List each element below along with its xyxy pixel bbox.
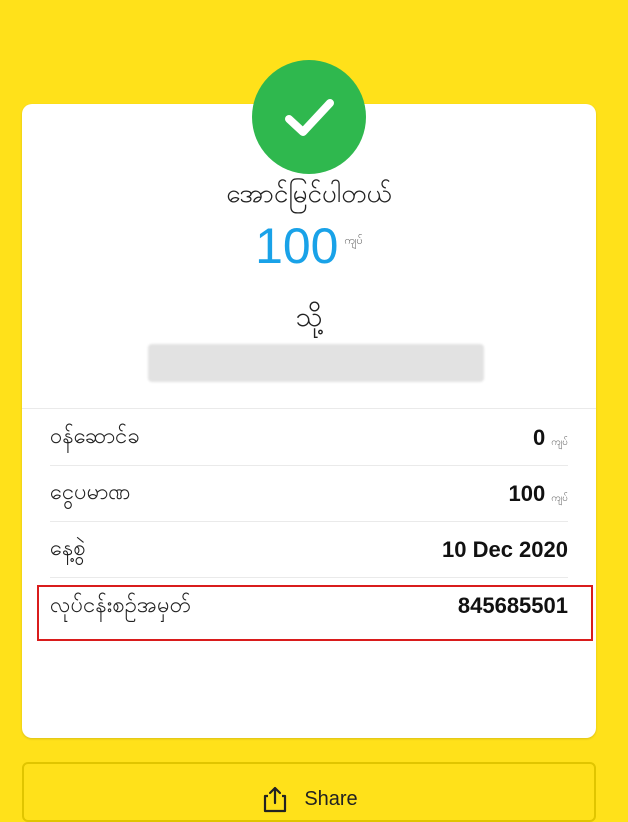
date-value: 10 Dec 2020 <box>442 536 568 562</box>
service-fee-label: ဝန်ဆောင်ခ <box>50 424 140 449</box>
share-icon <box>260 784 290 814</box>
status-title: အောင်မြင်ပါတယ် <box>226 179 392 209</box>
detail-row-service-fee: ဝန်ဆောင်ခ 0 ကျပ် <box>50 410 568 466</box>
amount-detail-unit: ကျပ် <box>551 492 568 504</box>
amount-detail-number: 100 <box>508 480 546 506</box>
amount-unit: ကျပ် <box>344 234 363 247</box>
service-fee-value: 0 ကျပ် <box>533 425 568 451</box>
date-label: နေ့စွဲ <box>50 536 86 561</box>
success-badge <box>252 60 366 174</box>
recipient-label: သို့ <box>295 300 323 333</box>
amount-label: ငွေပမာဏ <box>50 480 131 505</box>
recipient-redacted <box>148 344 484 382</box>
transaction-id-value: 845685501 <box>457 593 568 618</box>
amount-display: 100 ကျပ် <box>22 216 596 276</box>
amount-detail-value: 100 ကျပ် <box>509 481 568 507</box>
receipt-card: အောင်မြင်ပါတယ် 100 ကျပ် သို့ ဝန်ဆောင်ခ 0… <box>22 104 596 738</box>
divider <box>22 408 596 409</box>
detail-row-amount: ငွေပမာဏ 100 ကျပ် <box>50 466 568 522</box>
share-button[interactable]: Share <box>22 762 596 822</box>
checkmark-icon <box>285 99 334 136</box>
service-fee-amount: 0 <box>532 424 546 450</box>
detail-row-transaction-id: လုပ်ငန်းစဉ်အမှတ် 845685501 <box>50 578 568 634</box>
transaction-id-label: လုပ်ငန်းစဉ်အမှတ် <box>50 592 192 618</box>
service-fee-unit: ကျပ် <box>551 436 568 448</box>
amount-value: 100 <box>255 218 339 274</box>
detail-row-date: နေ့စွဲ 10 Dec 2020 <box>50 522 568 578</box>
